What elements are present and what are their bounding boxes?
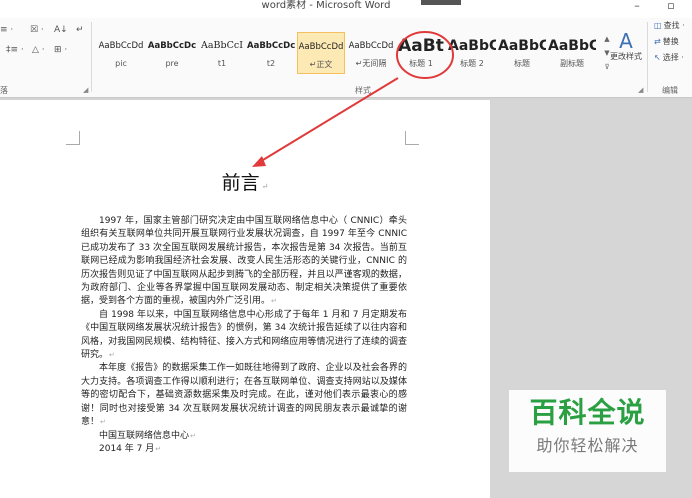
style-title[interactable]: AaBbC 标题	[498, 32, 546, 74]
style-heading-2[interactable]: AaBbC 标题 2	[448, 32, 496, 74]
date-text: 2014 年 7 月	[99, 443, 155, 454]
style-preview: AaBbCcDc	[147, 41, 197, 51]
style-name: t1	[217, 59, 227, 68]
select-label: 选择 ·	[662, 53, 684, 62]
align-icon: ≡ ·	[0, 25, 14, 35]
styles-group-label: 样式	[355, 86, 371, 95]
styles-gallery: AaBbCcDd pic AaBbCcDc pre AaBbCcI t1 AaB…	[94, 32, 602, 76]
style-heading-1[interactable]: AaBt 标题 1	[397, 32, 445, 74]
style-name: pre	[165, 59, 179, 68]
find-button[interactable]: ◫ 查找 ·	[654, 20, 685, 32]
style-preview: AaBbCcDc	[247, 41, 295, 51]
crop-mark-top-left	[66, 131, 80, 145]
style-t1[interactable]: AaBbCcI t1	[198, 32, 246, 74]
style-name: 标题 2	[460, 59, 484, 68]
paragraph-mark-icon: ↵	[109, 351, 115, 360]
style-preview: AaBbCcI	[201, 40, 243, 51]
replace-icon: ⇄	[654, 37, 661, 46]
style-subtitle[interactable]: AaBbC 副标题	[548, 32, 596, 74]
title-bar: word素材 - Microsoft Word – ▫	[0, 0, 692, 18]
ribbon: ≡ · ☒ · A↓ ↵ ‡≡ · △ · ⊞ · 落 ◢ AaBbCcDd p…	[0, 18, 692, 98]
paragraph-text: 自 1998 年以来，中国互联网络信息中心形成了于每年 1 月和 7 月定期发布…	[81, 309, 407, 361]
body-paragraph: 本年度《报告》的数据采集工作一如既往地得到了政府、企业以及社会各界的大力支持。各…	[81, 362, 407, 429]
document-title[interactable]: 前言 ↵	[0, 168, 490, 195]
style-name: ↵正文	[309, 60, 333, 69]
change-styles-button[interactable]: A 更改样式	[608, 30, 644, 62]
style-preview: AaBbCcDd	[298, 42, 344, 52]
style-name: t2	[266, 59, 276, 68]
gallery-more-icon[interactable]: ⊽	[602, 60, 612, 74]
style-name: pic	[115, 59, 127, 68]
clear-format-icon: ☒ ·	[30, 25, 44, 35]
paragraph-text: 本年度《报告》的数据采集工作一如既往地得到了政府、企业以及社会各界的大力支持。各…	[81, 363, 407, 428]
signature-line: 中国互联网络信息中心↵	[81, 430, 407, 443]
shading-icon: △ ·	[32, 45, 45, 55]
style-preview: AaBbCcDd	[98, 41, 144, 51]
paragraph-mark-icon: ↵	[261, 182, 269, 191]
watermark: 百科全说 助你轻松解决	[509, 390, 666, 472]
restore-button[interactable]: ▫	[660, 0, 682, 14]
line-spacing-icon: ‡≡ ·	[6, 45, 24, 55]
window-title: word素材 - Microsoft Word	[261, 0, 391, 11]
paragraph-mark-icon: ↵	[100, 418, 106, 427]
ribbon-separator	[647, 22, 648, 92]
style-name: ↵无间隔	[355, 59, 387, 68]
editing-group-label: 编辑	[662, 86, 678, 95]
document-title-text: 前言	[221, 172, 260, 194]
paragraph-mark-icon: ↵	[76, 25, 84, 35]
replace-button[interactable]: ⇄ 替换	[654, 36, 679, 48]
binoculars-icon: ◫	[654, 21, 662, 30]
style-pre[interactable]: AaBbCcDc pre	[147, 32, 197, 74]
style-pic[interactable]: AaBbCcDd pic	[96, 32, 146, 74]
style-t2[interactable]: AaBbCcDc t2	[247, 32, 295, 74]
crop-mark-top-right	[405, 131, 419, 145]
style-preview: AaBt	[398, 36, 444, 56]
date-line: 2014 年 7 月↵	[81, 443, 407, 456]
shading-tool[interactable]: △ ·	[32, 44, 45, 56]
border-tool[interactable]: ⊞ ·	[54, 44, 67, 56]
style-preview: AaBbC	[548, 38, 596, 54]
change-styles-label: 更改样式	[610, 52, 642, 61]
select-button[interactable]: ↖ 选择 ·	[654, 52, 684, 64]
sort-icon: A↓	[54, 25, 68, 35]
styles-dialog-launcher[interactable]: ◢	[638, 86, 643, 94]
ribbon-separator	[91, 22, 92, 92]
sort-tool[interactable]: A↓	[54, 24, 68, 36]
paragraph-mark-icon: ↵	[155, 444, 162, 453]
body-paragraph: 自 1998 年以来，中国互联网络信息中心形成了于每年 1 月和 7 月定期发布…	[81, 309, 407, 363]
style-name: 标题	[514, 59, 530, 68]
find-label: 查找 ·	[663, 21, 685, 30]
body-paragraph: 1997 年，国家主管部门研究决定由中国互联网络信息中心（ CNNIC）牵头组织…	[81, 215, 407, 309]
style-name: 标题 1	[409, 59, 433, 68]
clear-format-tool[interactable]: ☒ ·	[30, 24, 44, 36]
minimize-button[interactable]: –	[626, 0, 648, 14]
paragraph-text: 1997 年，国家主管部门研究决定由中国互联网络信息中心（ CNNIC）牵头组织…	[81, 216, 407, 307]
style-preview: AaBbC	[498, 38, 546, 54]
style-normal[interactable]: AaBbCcDd ↵正文	[297, 32, 345, 74]
style-name: 副标题	[560, 59, 584, 68]
align-tool[interactable]: ≡ ·	[0, 24, 13, 36]
watermark-slogan: 助你轻松解决	[536, 436, 639, 455]
border-icon: ⊞ ·	[54, 45, 68, 55]
style-preview: AaBbC	[448, 38, 496, 54]
signature-text: 中国互联网络信息中心	[99, 430, 190, 441]
style-preview: AaBbCcDd	[348, 41, 394, 51]
paragraph-mark-icon: ↵	[271, 297, 277, 306]
watermark-brand: 百科全说	[529, 396, 646, 429]
paragraph-dialog-launcher[interactable]: ◢	[83, 86, 88, 94]
cursor-icon: ↖	[654, 53, 661, 62]
document-body[interactable]: 1997 年，国家主管部门研究决定由中国互联网络信息中心（ CNNIC）牵头组织…	[81, 215, 407, 456]
style-no-spacing[interactable]: AaBbCcDd ↵无间隔	[347, 32, 395, 74]
replace-label: 替换	[662, 37, 679, 46]
change-styles-icon: A	[619, 29, 633, 53]
line-spacing-tool[interactable]: ‡≡ ·	[6, 44, 24, 56]
paragraph-mark-icon: ↵	[190, 431, 196, 440]
show-marks-tool[interactable]: ↵	[76, 24, 84, 36]
paragraph-group-label: 落	[0, 86, 8, 95]
